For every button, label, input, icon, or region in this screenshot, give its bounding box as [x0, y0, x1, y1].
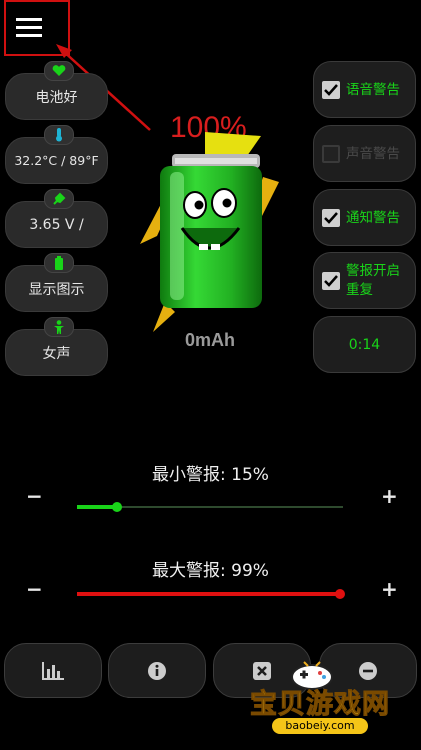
battery-icon [44, 253, 74, 273]
max-alarm-label: 最大警报: 99% [152, 561, 269, 581]
toggle-voice-alert[interactable]: 语音警告 [313, 61, 416, 118]
thermometer-icon [44, 125, 74, 145]
min-alarm-fill [77, 505, 117, 509]
stats-button[interactable] [4, 643, 102, 698]
checkbox-voice-alert[interactable] [322, 81, 340, 99]
plug-icon [44, 189, 74, 209]
toggle-repeat-alarm[interactable]: 警报开启重复 [313, 252, 416, 309]
timer-value: 0:14 [348, 336, 381, 353]
toggle-notification-alert[interactable]: 通知警告 [313, 189, 416, 246]
toggle-repeat-alarm-label: 警报开启重复 [346, 263, 400, 298]
min-alarm-decrease-button[interactable]: − [26, 484, 43, 508]
max-alarm-slider[interactable] [77, 584, 345, 604]
toggle-voice-alert-label: 语音警告 [346, 82, 400, 98]
max-alarm-increase-button[interactable]: + [381, 577, 398, 601]
toggle-sound-alert-label: 声音警告 [346, 146, 400, 162]
display-label: 显示图示 [28, 281, 85, 298]
watermark-text: 宝贝游戏网 [250, 689, 390, 721]
heart-icon [44, 61, 74, 81]
min-alarm-slider[interactable] [77, 497, 343, 517]
person-icon [44, 317, 74, 337]
info-button[interactable] [108, 643, 206, 698]
checkbox-sound-alert[interactable] [322, 145, 340, 163]
info-icon [148, 661, 166, 680]
battery-graphic[interactable] [135, 132, 280, 347]
voltage-label: 3.65 V / [29, 216, 84, 233]
min-alarm-thumb[interactable] [112, 502, 122, 512]
max-alarm-fill [77, 592, 340, 596]
toggle-sound-alert[interactable]: 声音警告 [313, 125, 416, 182]
voice-label: 女声 [42, 345, 71, 362]
min-alarm-label: 最小警报: 15% [152, 465, 269, 485]
watermark: 宝贝游戏网 baobeiy.com [240, 660, 400, 740]
battery-health-label: 电池好 [35, 89, 78, 106]
checkbox-repeat-alarm[interactable] [322, 272, 340, 290]
min-alarm-increase-button[interactable]: + [381, 484, 398, 508]
battery-capacity: 0mAh [185, 330, 236, 350]
max-alarm-thumb[interactable] [335, 589, 345, 599]
max-alarm-decrease-button[interactable]: − [26, 577, 43, 601]
temperature-label: 32.2°C / 89°F [14, 153, 99, 168]
watermark-url: baobeiy.com [272, 718, 368, 734]
toggle-notification-alert-label: 通知警告 [346, 210, 400, 226]
timer-button[interactable]: 0:14 [313, 316, 416, 373]
bar-chart-icon [42, 661, 64, 680]
checkbox-notification-alert[interactable] [322, 209, 340, 227]
